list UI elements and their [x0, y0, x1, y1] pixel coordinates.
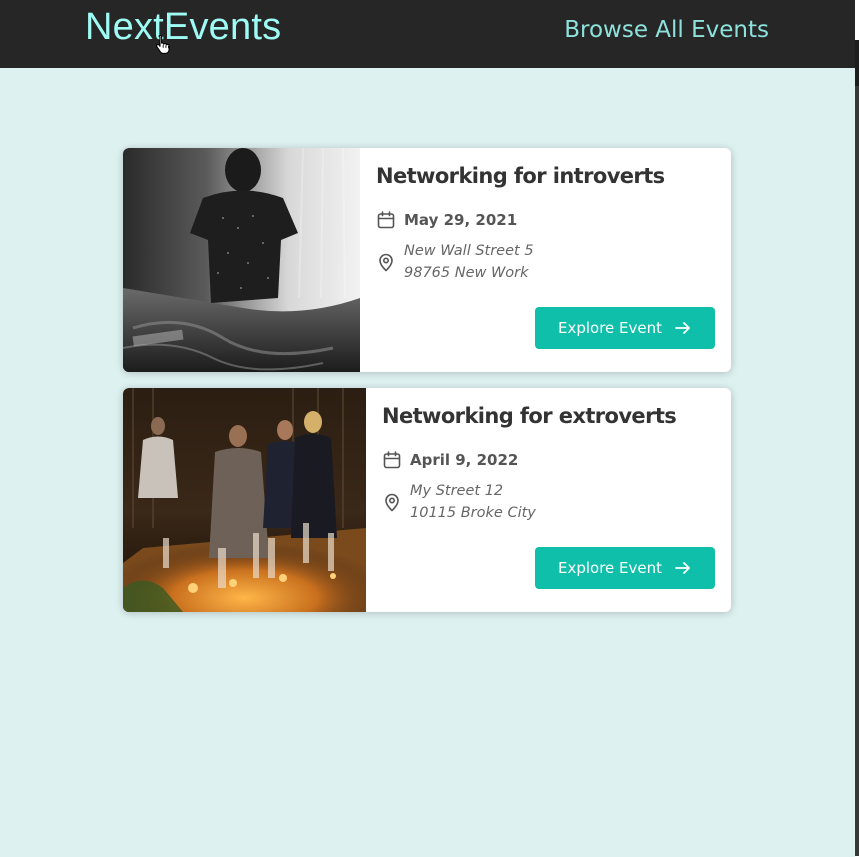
scrollbar-track[interactable] — [855, 86, 859, 856]
scrollbar-top — [855, 40, 859, 86]
explore-event-button[interactable]: Explore Event — [535, 307, 715, 349]
browse-all-events-link[interactable]: Browse All Events — [564, 17, 769, 43]
logo-link[interactable]: NextEvents — [85, 6, 281, 49]
explore-event-button[interactable]: Explore Event — [535, 547, 715, 589]
calendar-icon — [377, 211, 395, 229]
address-line-2: 98765 New Work — [404, 265, 529, 281]
calendar-icon — [383, 451, 401, 469]
event-address: New Wall Street 5 98765 New Work — [376, 240, 534, 284]
event-address-text: New Wall Street 5 98765 New Work — [404, 240, 534, 284]
event-details: Networking for extroverts April 9, 2022 … — [366, 388, 731, 612]
event-card: Networking for introverts May 29, 2021 N… — [123, 148, 731, 372]
event-details: Networking for introverts May 29, 2021 N… — [360, 148, 731, 372]
address-line-1: My Street 12 — [410, 483, 504, 499]
event-title: Networking for extroverts — [382, 404, 677, 428]
event-title: Networking for introverts — [376, 164, 665, 188]
address-line-1: New Wall Street 5 — [404, 243, 534, 259]
explore-event-label: Explore Event — [557, 559, 663, 577]
hand-pointer-icon — [156, 34, 170, 54]
site-header: NextEvents Browse All Events — [0, 0, 855, 68]
event-date: May 29, 2021 — [376, 210, 517, 230]
map-pin-icon — [379, 253, 393, 272]
arrow-right-icon — [675, 322, 690, 334]
arrow-right-icon — [675, 562, 690, 574]
event-image — [123, 388, 366, 612]
event-address-text: My Street 12 10115 Broke City — [410, 480, 536, 524]
explore-event-label: Explore Event — [557, 319, 663, 337]
event-image — [123, 148, 360, 372]
event-address: My Street 12 10115 Broke City — [382, 480, 536, 524]
event-date-text: May 29, 2021 — [404, 211, 518, 229]
event-date: April 9, 2022 — [382, 450, 518, 470]
event-card: Networking for extroverts April 9, 2022 … — [123, 388, 731, 612]
event-date-text: April 9, 2022 — [410, 451, 519, 469]
address-line-2: 10115 Broke City — [410, 505, 536, 521]
map-pin-icon — [385, 493, 399, 512]
